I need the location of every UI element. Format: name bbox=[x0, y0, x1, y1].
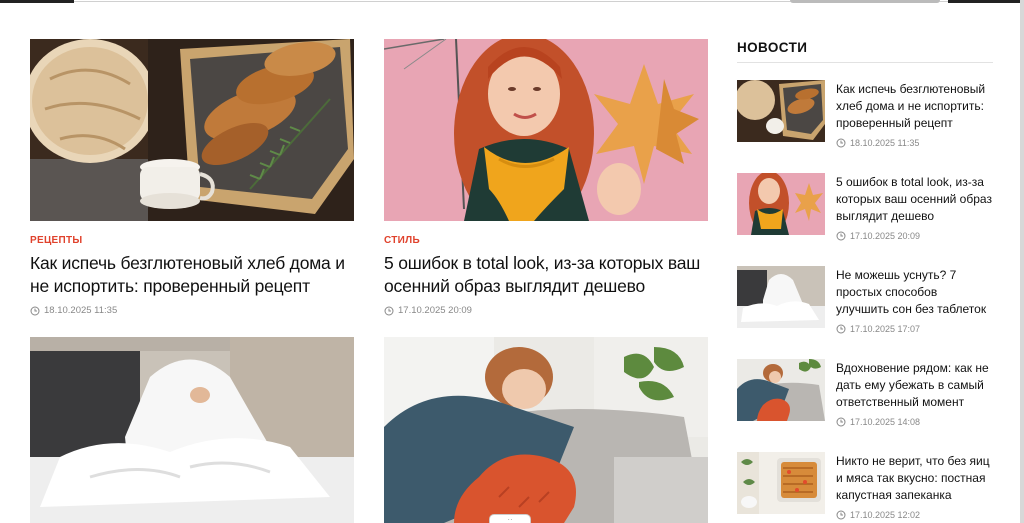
article-card: Рецепты Как испечь безглютеновый хлеб до… bbox=[30, 39, 354, 316]
article-category[interactable]: Рецепты bbox=[30, 235, 354, 246]
news-item: 5 ошибок в total look, из-за которых ваш… bbox=[737, 173, 993, 245]
article-meta: 18.10.2025 11:35 bbox=[30, 305, 354, 316]
article-image-woman-bed[interactable] bbox=[30, 337, 354, 523]
news-date: 17.10.2025 20:09 bbox=[850, 231, 921, 241]
article-card bbox=[30, 337, 354, 523]
news-thumb-casserole[interactable] bbox=[737, 452, 825, 514]
page: Рецепты Как испечь безглютеновый хлеб до… bbox=[0, 0, 1020, 523]
woman-bed-photo bbox=[30, 337, 354, 523]
news-meta: 17.10.2025 14:08 bbox=[836, 417, 920, 427]
news-item: Никто не верит, что без яиц и мяса так в… bbox=[737, 452, 993, 523]
woman-leaves-photo bbox=[384, 39, 708, 221]
woman-sofa-thumb bbox=[737, 359, 825, 421]
clock-icon bbox=[836, 417, 846, 427]
top-bar-right-block bbox=[948, 0, 1020, 3]
news-date: 17.10.2025 17:07 bbox=[850, 324, 921, 334]
news-meta: 17.10.2025 20:09 bbox=[836, 231, 920, 241]
clock-icon bbox=[836, 138, 846, 148]
news-date: 17.10.2025 12:02 bbox=[850, 510, 921, 520]
news-title[interactable]: Как испечь безглютеновый хлеб дома и не … bbox=[836, 81, 993, 132]
news-meta: 18.10.2025 11:35 bbox=[836, 138, 919, 148]
bread-photo bbox=[30, 39, 354, 221]
woman-bed-thumb bbox=[737, 266, 825, 328]
article-meta: 17.10.2025 20:09 bbox=[384, 305, 708, 316]
article-category[interactable]: Стиль bbox=[384, 235, 708, 246]
article-date: 17.10.2025 20:09 bbox=[398, 305, 472, 316]
news-date: 17.10.2025 14:08 bbox=[850, 417, 921, 427]
news-title[interactable]: Никто не верит, что без яиц и мяса так в… bbox=[836, 453, 993, 504]
article-title[interactable]: 5 ошибок в total look, из-за которых ваш… bbox=[384, 252, 708, 298]
search-pill[interactable] bbox=[790, 0, 940, 3]
article-image-woman-leaves[interactable] bbox=[384, 39, 708, 221]
article-image-bread[interactable] bbox=[30, 39, 354, 221]
article-card bbox=[384, 337, 708, 523]
clock-icon bbox=[836, 324, 846, 334]
sidebar-heading: Новости bbox=[737, 40, 993, 63]
casserole-thumb bbox=[737, 452, 825, 514]
news-thumb-woman-bed[interactable] bbox=[737, 266, 825, 328]
top-bar-left-block bbox=[0, 0, 74, 3]
news-thumb-bread[interactable] bbox=[737, 80, 825, 142]
article-date: 18.10.2025 11:35 bbox=[44, 305, 118, 316]
news-thumb-woman-leaves[interactable] bbox=[737, 173, 825, 235]
article-title[interactable]: Как испечь безглютеновый хлеб дома и не … bbox=[30, 252, 354, 298]
news-item: Вдохновение рядом: как не дать ему убежа… bbox=[737, 359, 993, 431]
news-sidebar: Новости Как испечь безглютеновый хлеб до… bbox=[737, 40, 993, 520]
clock-icon bbox=[836, 510, 846, 520]
clock-icon bbox=[384, 306, 394, 315]
bread-thumb bbox=[737, 80, 825, 142]
load-more-handle[interactable]: ·· bbox=[489, 514, 531, 523]
news-item: Как испечь безглютеновый хлеб дома и не … bbox=[737, 80, 993, 152]
woman-sofa-photo bbox=[384, 337, 708, 523]
news-title[interactable]: 5 ошибок в total look, из-за которых ваш… bbox=[836, 174, 993, 225]
news-meta: 17.10.2025 12:02 bbox=[836, 510, 920, 520]
news-item: Не можешь уснуть? 7 простых способов улу… bbox=[737, 266, 993, 338]
article-image-woman-sofa[interactable] bbox=[384, 337, 708, 523]
news-date: 18.10.2025 11:35 bbox=[850, 138, 920, 148]
scrollbar[interactable] bbox=[1020, 0, 1024, 523]
clock-icon bbox=[836, 231, 846, 241]
woman-leaves-thumb bbox=[737, 173, 825, 235]
news-title[interactable]: Вдохновение рядом: как не дать ему убежа… bbox=[836, 360, 993, 411]
top-bar bbox=[0, 0, 1020, 3]
clock-icon bbox=[30, 306, 40, 315]
news-thumb-woman-sofa[interactable] bbox=[737, 359, 825, 421]
article-card: Стиль 5 ошибок в total look, из-за котор… bbox=[384, 39, 708, 316]
news-title[interactable]: Не можешь уснуть? 7 простых способов улу… bbox=[836, 267, 993, 318]
news-meta: 17.10.2025 17:07 bbox=[836, 324, 920, 334]
